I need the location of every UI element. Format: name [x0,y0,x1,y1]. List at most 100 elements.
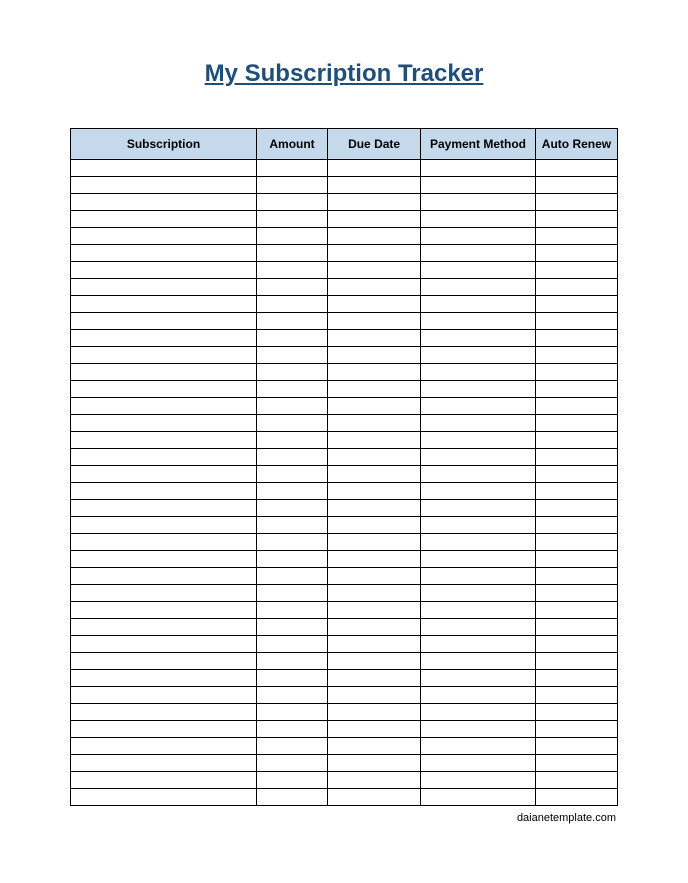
table-cell [328,296,421,313]
table-cell [71,194,257,211]
table-cell [71,228,257,245]
table-cell [256,449,327,466]
table-cell [256,602,327,619]
table-cell [421,347,536,364]
table-cell [328,568,421,585]
column-header-duedate: Due Date [328,129,421,160]
table-row [71,738,618,755]
table-cell [328,619,421,636]
table-cell [256,687,327,704]
table-cell [71,381,257,398]
table-cell [256,500,327,517]
table-cell [421,177,536,194]
table-cell [421,279,536,296]
table-cell [71,313,257,330]
table-cell [535,602,617,619]
table-cell [328,432,421,449]
table-cell [535,789,617,806]
table-cell [535,755,617,772]
table-cell [421,704,536,721]
table-cell [256,704,327,721]
table-cell [256,653,327,670]
table-cell [328,551,421,568]
table-row [71,636,618,653]
table-cell [71,551,257,568]
column-header-amount: Amount [256,129,327,160]
table-cell [256,755,327,772]
table-cell [535,432,617,449]
table-cell [71,160,257,177]
table-row [71,415,618,432]
table-cell [421,415,536,432]
table-cell [328,483,421,500]
table-row [71,772,618,789]
table-cell [328,449,421,466]
table-row [71,432,618,449]
table-cell [535,551,617,568]
table-cell [328,653,421,670]
table-cell [535,364,617,381]
table-cell [328,262,421,279]
table-cell [328,330,421,347]
table-cell [328,721,421,738]
table-cell [71,534,257,551]
table-cell [71,279,257,296]
table-cell [421,789,536,806]
table-cell [256,398,327,415]
table-cell [256,262,327,279]
table-cell [71,177,257,194]
table-cell [256,772,327,789]
table-cell [535,245,617,262]
table-cell [71,738,257,755]
table-cell [71,364,257,381]
table-cell [71,619,257,636]
table-row [71,211,618,228]
table-cell [71,483,257,500]
table-cell [328,347,421,364]
table-cell [328,772,421,789]
table-cell [421,194,536,211]
table-cell [421,381,536,398]
table-cell [71,772,257,789]
table-row [71,517,618,534]
table-cell [256,245,327,262]
table-cell [535,211,617,228]
table-cell [535,738,617,755]
table-cell [256,364,327,381]
table-cell [535,194,617,211]
table-cell [328,279,421,296]
table-row [71,313,618,330]
table-cell [535,619,617,636]
table-row [71,551,618,568]
table-cell [535,483,617,500]
table-cell [535,721,617,738]
table-cell [71,245,257,262]
table-cell [421,534,536,551]
table-cell [256,279,327,296]
table-row [71,721,618,738]
table-cell [256,347,327,364]
table-cell [421,653,536,670]
table-cell [328,466,421,483]
table-cell [256,619,327,636]
table-cell [71,789,257,806]
table-row [71,653,618,670]
table-cell [71,585,257,602]
table-cell [328,398,421,415]
table-cell [71,415,257,432]
table-cell [328,381,421,398]
table-cell [328,245,421,262]
table-cell [535,772,617,789]
table-cell [421,517,536,534]
table-cell [328,687,421,704]
table-cell [535,177,617,194]
table-cell [421,262,536,279]
table-row [71,670,618,687]
table-cell [71,432,257,449]
table-cell [71,636,257,653]
table-row [71,330,618,347]
table-cell [535,687,617,704]
table-header-row: Subscription Amount Due Date Payment Met… [71,129,618,160]
table-cell [421,313,536,330]
table-row [71,687,618,704]
